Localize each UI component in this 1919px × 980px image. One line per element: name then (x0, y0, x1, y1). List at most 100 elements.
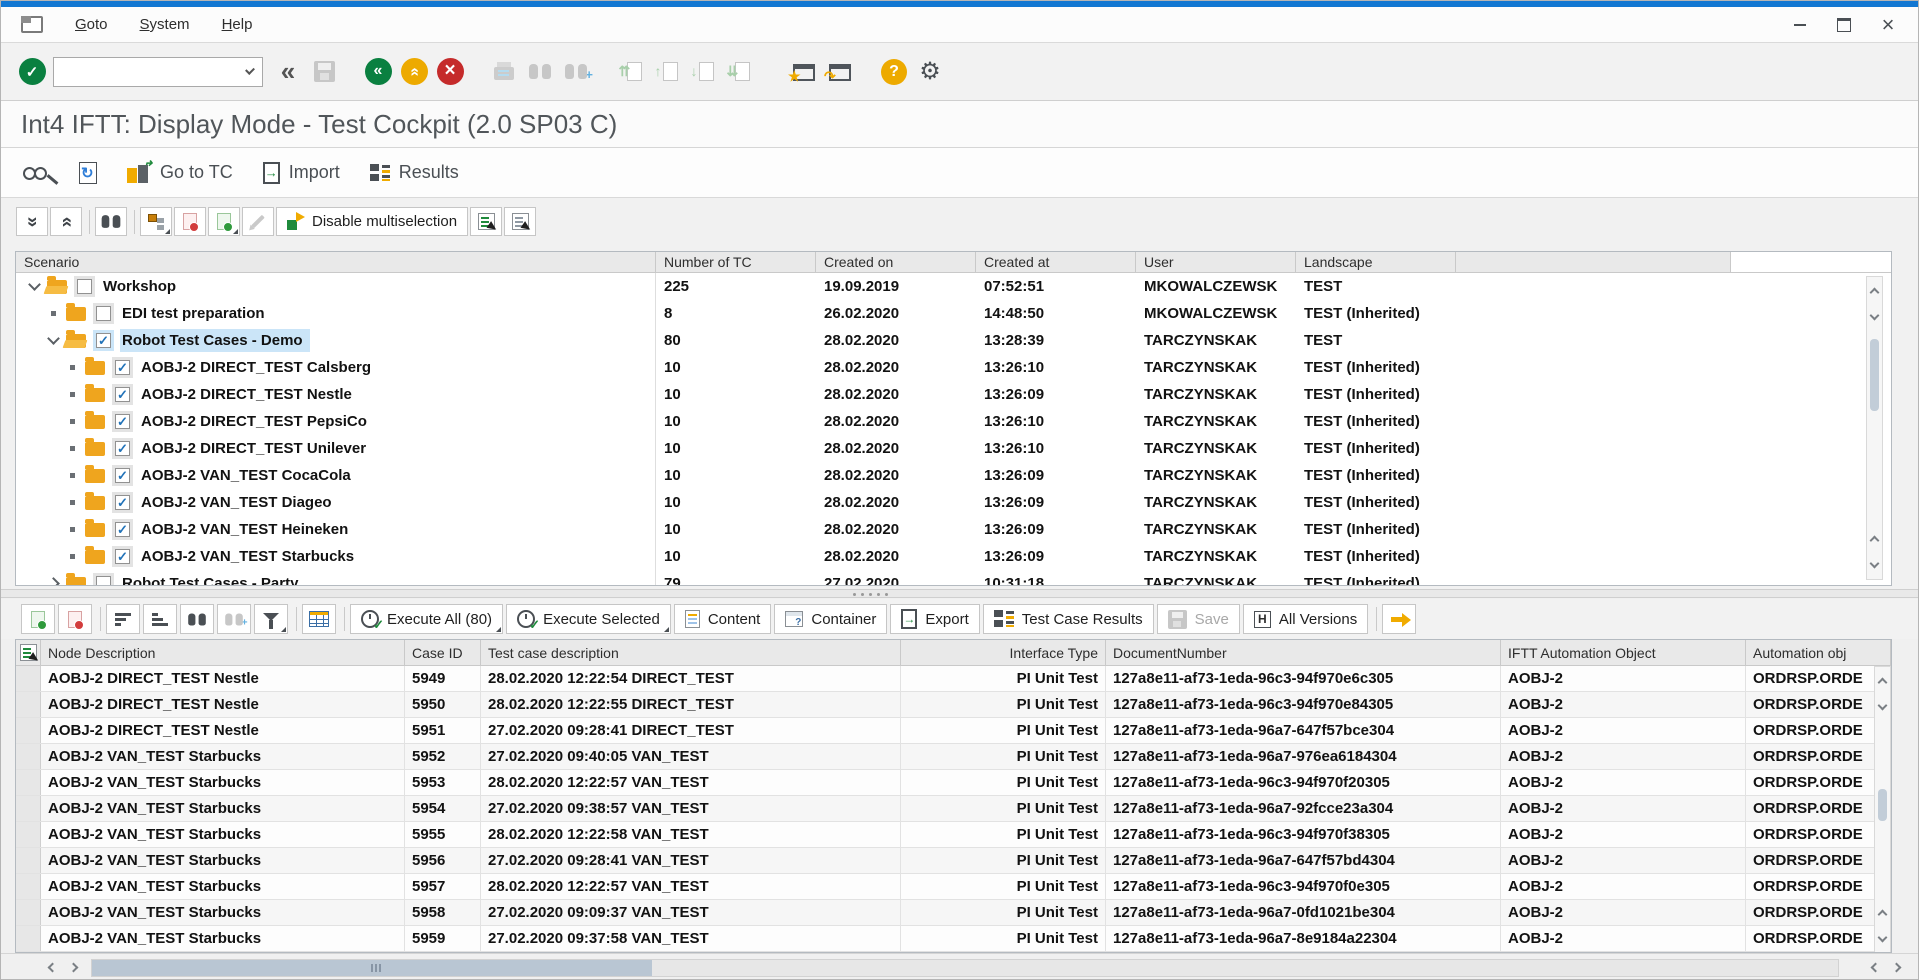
horizontal-scroll-track[interactable] (91, 959, 1839, 977)
checkbox-unchecked[interactable] (74, 276, 95, 297)
checkbox-checked[interactable] (112, 411, 133, 432)
maximize-icon[interactable] (1836, 17, 1852, 33)
refresh-button[interactable] (79, 162, 97, 184)
scroll-up-icon[interactable] (1875, 669, 1890, 693)
checkbox-unchecked[interactable] (93, 303, 114, 324)
goto-tc-button[interactable]: Go to TC (127, 162, 233, 183)
table-row[interactable]: AOBJ-2 DIRECT_TEST Nestle595028.02.2020 … (16, 692, 1891, 718)
collapse-node-icon[interactable] (26, 284, 42, 289)
row-selector-cell[interactable] (16, 770, 41, 795)
scroll-right-icon[interactable] (63, 957, 87, 979)
tree-column-scenario[interactable]: Scenario (16, 252, 656, 273)
disable-multiselection-button[interactable]: Disable multiselection (276, 207, 468, 236)
back-button[interactable] (363, 54, 393, 90)
column-node-description[interactable]: Node Description (41, 640, 405, 665)
table-view-button[interactable] (302, 604, 336, 634)
tree-find-button[interactable] (95, 207, 127, 236)
splitter-grip-icon[interactable] (853, 593, 856, 596)
find-next-button[interactable]: + (561, 54, 591, 90)
table-row[interactable]: AOBJ-2 VAN_TEST Starbucks595927.02.2020 … (16, 926, 1891, 952)
print-button[interactable] (489, 54, 519, 90)
scroll-right-icon[interactable] (1886, 957, 1910, 979)
tree-column-created-on[interactable]: Created on (816, 252, 976, 273)
row-selector-cell[interactable] (16, 666, 41, 691)
display-change-button[interactable] (23, 165, 49, 180)
tree-row[interactable]: AOBJ-2 VAN_TEST CocaCola1028.02.202013:2… (16, 462, 1891, 489)
tree-vertical-scrollbar[interactable] (1866, 276, 1883, 580)
table-row[interactable]: AOBJ-2 VAN_TEST Starbucks595627.02.2020 … (16, 848, 1891, 874)
splitter[interactable] (1, 589, 1918, 598)
collapse-node-icon[interactable] (45, 338, 61, 343)
select-subtree-button[interactable] (470, 207, 502, 236)
container-button[interactable]: Container (774, 604, 887, 634)
first-page-button[interactable]: ⇈ (615, 54, 645, 90)
tree-row[interactable]: EDI test preparation826.02.202014:48:50M… (16, 300, 1891, 327)
table-row[interactable]: AOBJ-2 VAN_TEST Starbucks595328.02.2020 … (16, 770, 1891, 796)
checkbox-checked[interactable] (112, 438, 133, 459)
page-up-button[interactable]: ↑ (651, 54, 681, 90)
scroll-left-icon[interactable] (1862, 957, 1886, 979)
row-selector-cell[interactable] (16, 822, 41, 847)
column-ifft-automation-object[interactable]: IFTT Automation Object (1501, 640, 1746, 665)
tree-row[interactable]: AOBJ-2 VAN_TEST Starbucks1028.02.202013:… (16, 543, 1891, 570)
tree-column-landscape[interactable]: Landscape (1296, 252, 1456, 273)
tree-row[interactable]: AOBJ-2 DIRECT_TEST Unilever1028.02.20201… (16, 435, 1891, 462)
import-button[interactable]: Import (263, 162, 340, 184)
sort-ascending-button[interactable] (106, 604, 140, 634)
collapse-command-field-button[interactable] (273, 54, 303, 90)
insert-node-button[interactable] (208, 207, 240, 236)
enter-button[interactable] (17, 54, 47, 90)
sort-descending-button[interactable] (143, 604, 177, 634)
command-field[interactable] (53, 57, 263, 87)
results-button[interactable]: Results (370, 162, 459, 183)
tree-row[interactable]: AOBJ-2 DIRECT_TEST Nestle1028.02.202013:… (16, 381, 1891, 408)
checkbox-checked[interactable] (112, 519, 133, 540)
checkbox-checked[interactable] (112, 546, 133, 567)
scroll-down-icon[interactable] (1867, 553, 1882, 577)
column-test-case-description[interactable]: Test case description (481, 640, 901, 665)
create-shortcut-button[interactable]: ↷ (825, 54, 855, 90)
grid-find-next-button[interactable]: + (217, 604, 251, 634)
delete-node-button[interactable] (174, 207, 206, 236)
cancel-button[interactable] (435, 54, 465, 90)
execute-all-button[interactable]: Execute All (80) (350, 604, 503, 634)
row-selector-cell[interactable] (16, 900, 41, 925)
scroll-down-icon[interactable] (1867, 305, 1882, 329)
tree-row[interactable]: Robot Test Cases - Demo8028.02.202013:28… (16, 327, 1891, 354)
all-versions-button[interactable]: All Versions (1243, 604, 1368, 634)
new-session-button[interactable]: ★ (789, 54, 819, 90)
find-button[interactable] (525, 54, 555, 90)
row-selector-cell[interactable] (16, 744, 41, 769)
checkbox-checked[interactable] (112, 465, 133, 486)
execute-selected-button[interactable]: Execute Selected (506, 604, 671, 634)
checkbox-unchecked[interactable] (93, 573, 114, 585)
test-case-results-button[interactable]: Test Case Results (983, 604, 1154, 634)
collapse-all-button[interactable] (50, 207, 82, 236)
deselect-subtree-button[interactable] (504, 207, 536, 236)
checkbox-checked[interactable] (112, 357, 133, 378)
forward-button[interactable] (1382, 604, 1416, 634)
scroll-up-icon[interactable] (1867, 279, 1882, 303)
scroll-up-icon[interactable] (1867, 527, 1882, 551)
table-row[interactable]: AOBJ-2 VAN_TEST Starbucks595728.02.2020 … (16, 874, 1891, 900)
tree-column-user[interactable]: User (1136, 252, 1296, 273)
customize-button[interactable] (915, 54, 945, 90)
row-selector-cell[interactable] (16, 848, 41, 873)
scroll-down-icon[interactable] (1875, 927, 1890, 951)
export-button[interactable]: Export (890, 604, 979, 634)
command-input[interactable] (54, 58, 247, 86)
filter-button[interactable] (254, 604, 288, 634)
checkbox-checked[interactable] (112, 492, 133, 513)
table-row[interactable]: AOBJ-2 DIRECT_TEST Nestle594928.02.2020 … (16, 666, 1891, 692)
menu-goto[interactable]: Goto (59, 10, 124, 39)
scroll-up-icon[interactable] (1875, 901, 1890, 925)
tree-column-created-at[interactable]: Created at (976, 252, 1136, 273)
content-button[interactable]: Content (674, 604, 772, 634)
last-page-button[interactable]: ⇊ (723, 54, 753, 90)
menu-help[interactable]: Help (206, 10, 269, 39)
delete-row-button[interactable] (58, 604, 92, 634)
close-icon[interactable] (1880, 17, 1896, 33)
tree-row[interactable]: AOBJ-2 DIRECT_TEST Calsberg1028.02.20201… (16, 354, 1891, 381)
tree-row[interactable]: Workshop22519.09.201907:52:51MKOWALCZEWS… (16, 273, 1891, 300)
row-selector-cell[interactable] (16, 874, 41, 899)
